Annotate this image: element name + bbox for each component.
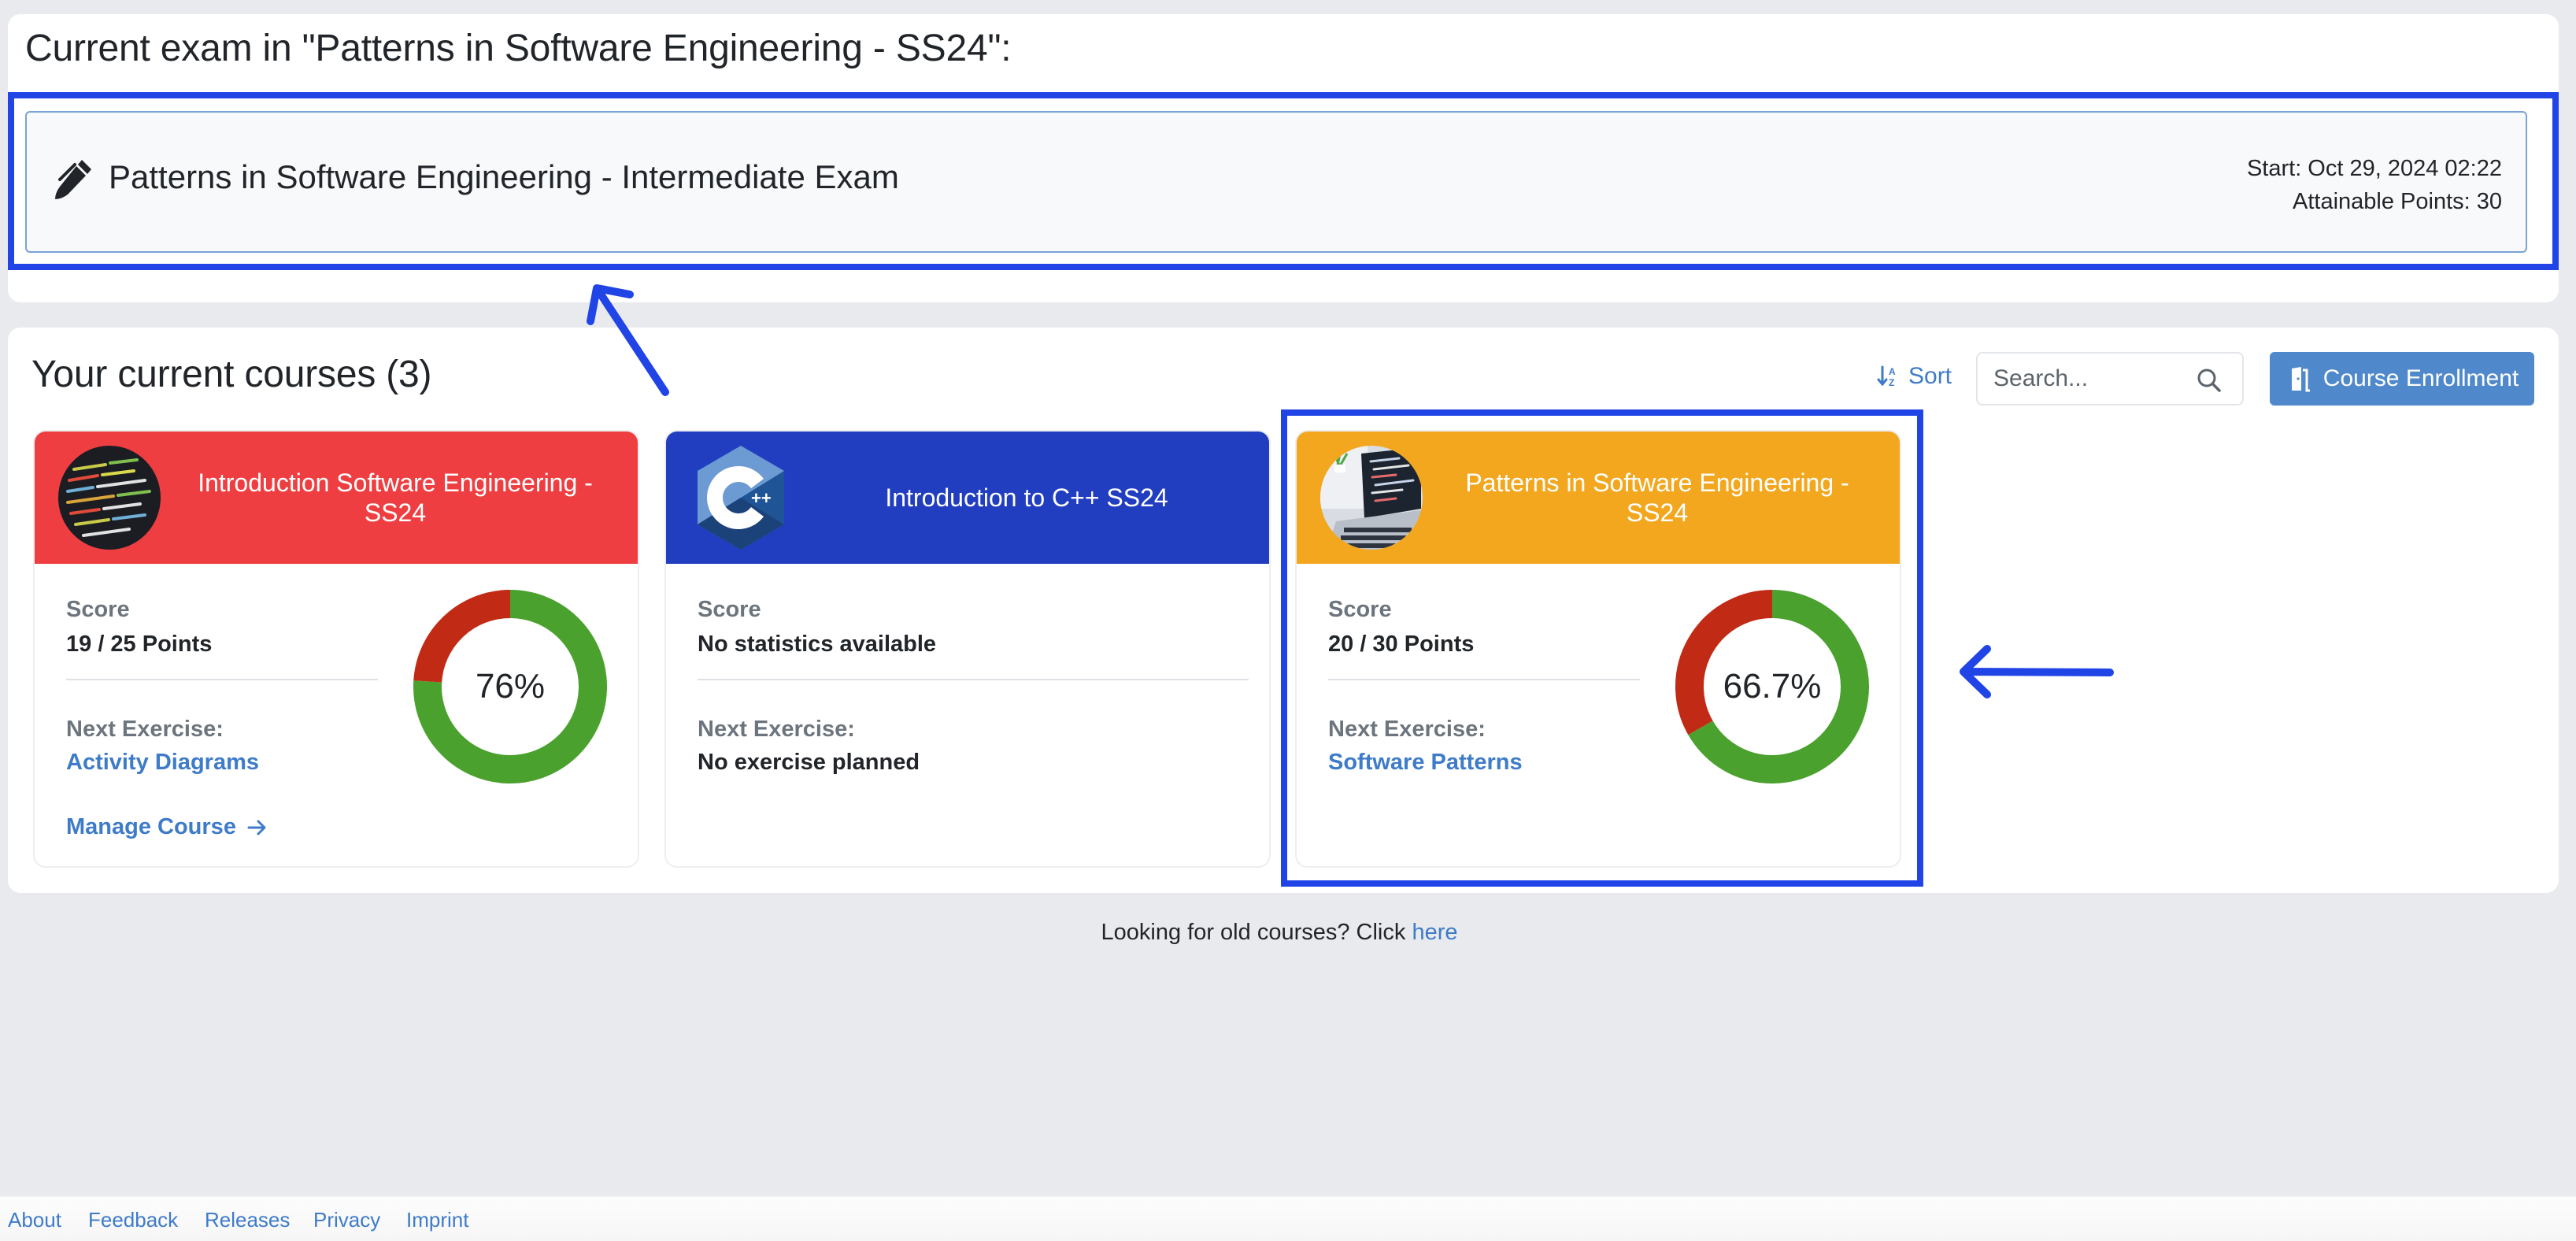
course-card-header[interactable]: Introduction Software Engineering - SS24 <box>35 432 638 564</box>
current-courses-heading: Your current courses (3) <box>31 354 432 395</box>
svg-text:++: ++ <box>751 488 772 508</box>
course-logo <box>1320 446 1423 550</box>
next-exercise-value: No exercise planned <box>698 750 920 775</box>
svg-text:Z: Z <box>1889 377 1894 388</box>
next-exercise-label: Next Exercise: <box>1328 717 1486 742</box>
score-value: No statistics available <box>698 632 937 657</box>
old-courses-hint: Looking for old courses? Click here <box>0 920 2559 946</box>
old-courses-text: Looking for old courses? Click <box>1101 920 1412 945</box>
score-label: Score <box>1328 597 1392 622</box>
course-logo: ++ <box>694 444 787 551</box>
manage-course-link[interactable]: Manage Course <box>66 814 268 840</box>
course-title[interactable]: Introduction to C++ SS24 <box>808 432 1245 564</box>
course-search[interactable] <box>1976 352 2244 406</box>
score-value: 20 / 30 Points <box>1328 632 1475 657</box>
score-percent: 76% <box>475 667 546 706</box>
sort-alpha-icon: A Z <box>1877 365 1896 388</box>
exam-attainable-points: Attainable Points: 30 <box>2292 189 2502 214</box>
next-exercise-link[interactable]: Activity Diagrams <box>66 750 259 776</box>
course-card-body: Score 19 / 25 Points Next Exercise: Acti… <box>66 564 608 866</box>
score-label: Score <box>66 597 130 622</box>
svg-text:A: A <box>1889 366 1896 377</box>
search-icon[interactable] <box>2197 368 2222 393</box>
sort-label: Sort <box>1908 363 1952 389</box>
course-title[interactable]: Patterns in Software Engineering - SS24 <box>1438 432 1876 564</box>
footer-link-feedback[interactable]: Feedback <box>88 1208 178 1232</box>
course-enrollment-label: Course Enrollment <box>2322 365 2519 391</box>
course-card-body: Score 20 / 30 Points Next Exercise: Soft… <box>1328 564 1870 866</box>
manage-course-label: Manage Course <box>66 814 236 839</box>
course-card[interactable]: Patterns in Software Engineering - SS24 … <box>1295 430 1901 868</box>
course-card[interactable]: Introduction Software Engineering - SS24… <box>33 430 639 868</box>
course-card-body: Score No statistics available Next Exerc… <box>698 564 1249 866</box>
score-donut: 76% <box>413 589 608 784</box>
current-exam-heading: Current exam in "Patterns in Software En… <box>25 28 1012 69</box>
door-open-icon <box>2287 367 2310 392</box>
next-exercise-link[interactable]: Software Patterns <box>1328 750 1523 776</box>
divider <box>698 679 1249 680</box>
footer-link-about[interactable]: About <box>8 1208 61 1232</box>
exam-name: Patterns in Software Engineering - Inter… <box>109 158 899 195</box>
laptop-image <box>1320 446 1423 550</box>
search-input[interactable] <box>1993 361 2190 396</box>
divider <box>66 679 378 680</box>
footer-link-imprint[interactable]: Imprint <box>406 1208 468 1232</box>
cpp-logo-icon: ++ <box>698 446 784 550</box>
course-card-header[interactable]: ++ Introduction to C++ SS24 <box>666 432 1269 564</box>
next-exercise-label: Next Exercise: <box>66 717 224 742</box>
score-label: Score <box>698 597 761 622</box>
score-percent: 66.7% <box>1723 667 1822 706</box>
divider <box>1328 679 1640 680</box>
exam-meta: Start: Oct 29, 2024 02:22 Attainable Poi… <box>2247 152 2502 218</box>
score-value: 19 / 25 Points <box>66 632 213 657</box>
code-screen-image <box>58 446 161 550</box>
course-title[interactable]: Introduction Software Engineering - SS24 <box>176 432 614 564</box>
arrow-right-icon <box>247 820 266 835</box>
pen-icon <box>55 160 91 199</box>
course-logo <box>58 446 161 550</box>
footer-link-releases[interactable]: Releases <box>205 1208 290 1232</box>
next-exercise-label: Next Exercise: <box>698 717 855 742</box>
sort-button[interactable]: A Z Sort <box>1877 363 1952 390</box>
course-card[interactable]: ++ Introduction to C++ SS24 Score No sta… <box>664 430 1271 868</box>
old-courses-link[interactable]: here <box>1412 920 1457 945</box>
footer-link-privacy[interactable]: Privacy <box>313 1208 380 1232</box>
course-enrollment-button[interactable]: Course Enrollment <box>2270 352 2534 406</box>
exam-start: Start: Oct 29, 2024 02:22 <box>2246 156 2502 181</box>
footer: About Feedback Releases Privacy Imprint <box>0 1195 2576 1241</box>
score-donut: 66.7% <box>1675 589 1870 784</box>
course-card-header[interactable]: Patterns in Software Engineering - SS24 <box>1297 432 1900 564</box>
exam-card[interactable]: Patterns in Software Engineering - Inter… <box>25 111 2527 253</box>
